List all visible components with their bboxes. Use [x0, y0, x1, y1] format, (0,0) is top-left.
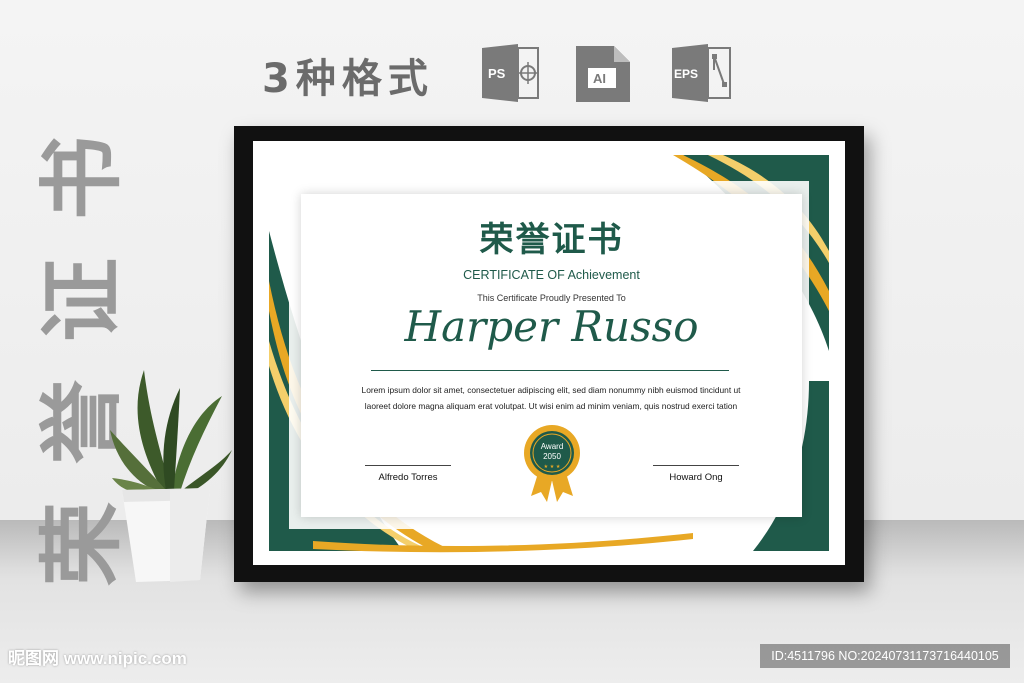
signature-line	[365, 465, 451, 466]
potted-plant-icon	[100, 360, 240, 585]
body-line: laoreet dolore magna aliquam erat volutp…	[364, 401, 738, 411]
name-underline	[371, 370, 729, 371]
signature-line	[653, 465, 739, 466]
recipient-name: Harper Russo	[404, 302, 699, 351]
eps-file-icon: EPS	[668, 40, 734, 106]
signature-right: Howard Ong	[653, 465, 739, 483]
formats-heading: 3种格式	[262, 56, 434, 102]
ai-format-label: AI	[593, 71, 606, 86]
certificate-subtitle: CERTIFICATE OF Achievement	[463, 268, 640, 282]
signer-name: Alfredo Torres	[378, 472, 438, 483]
badge-line: 2050	[543, 452, 561, 461]
vertical-title-char: 证	[33, 258, 131, 343]
badge-text: Award 2050	[523, 442, 581, 462]
badge-line: Award	[540, 442, 564, 451]
certificate-mat: 荣誉证书 CERTIFICATE OF Achievement This Cer…	[253, 141, 845, 565]
certificate-body: Lorem ipsum dolor sit amet, consectetuer…	[331, 382, 771, 414]
signer-name: Howard Ong	[669, 472, 723, 483]
picture-frame: 荣誉证书 CERTIFICATE OF Achievement This Cer…	[234, 126, 864, 582]
eps-format-label: EPS	[674, 67, 698, 81]
certificate-panel: 荣誉证书 CERTIFICATE OF Achievement This Cer…	[301, 194, 802, 517]
photoshop-file-icon: PS	[478, 40, 544, 106]
site-watermark: 昵图网 www.nipic.com	[8, 649, 187, 668]
signature-left: Alfredo Torres	[365, 465, 451, 483]
ps-format-label: PS	[488, 66, 506, 81]
body-line: Lorem ipsum dolor sit amet, consectetuer…	[361, 385, 741, 395]
certificate-title: 荣誉证书	[479, 220, 624, 260]
image-id-watermark: ID:4511796 NO:20240731173716440105	[760, 644, 1010, 668]
svg-text:★ ★ ★: ★ ★ ★	[544, 464, 561, 470]
illustrator-file-icon: AI	[570, 40, 636, 106]
award-badge-icon: ★ ★ ★ Award 2050	[523, 424, 581, 504]
vertical-title-char: 书	[33, 136, 131, 221]
